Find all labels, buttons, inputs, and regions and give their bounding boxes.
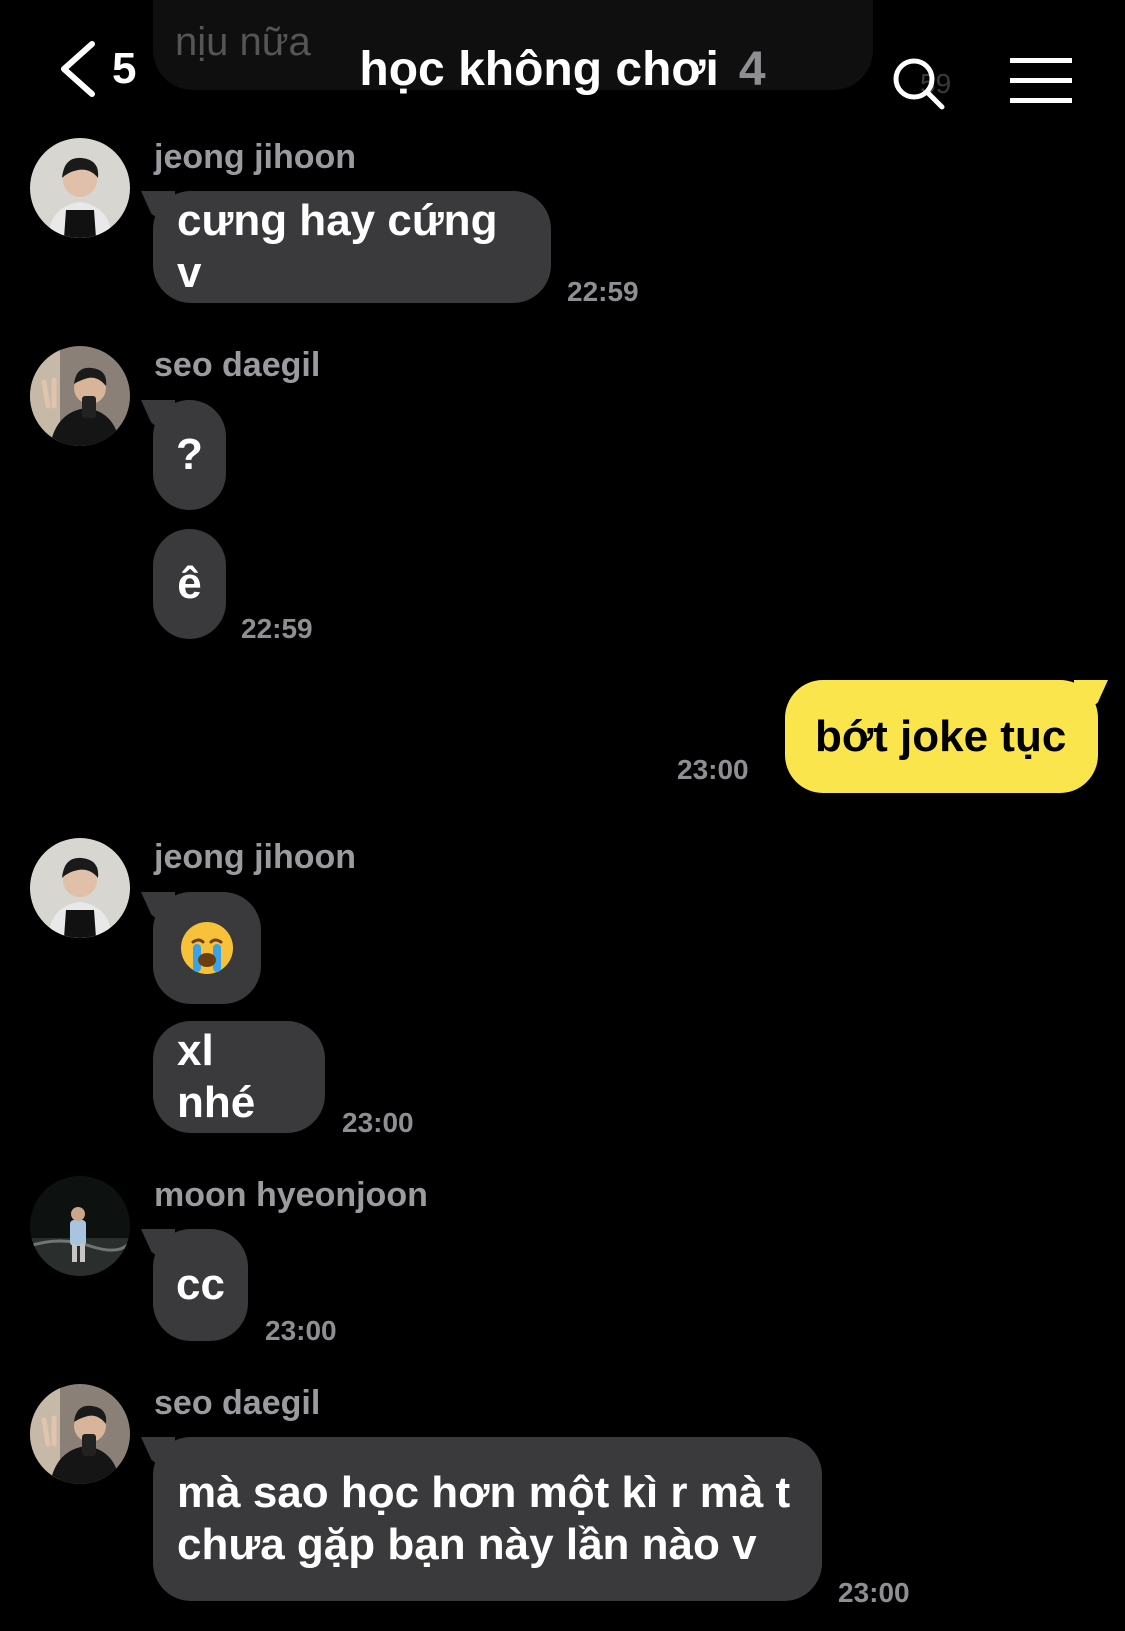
message-time: 23:00 bbox=[342, 1107, 414, 1138]
message-bubble[interactable]: cc bbox=[153, 1229, 248, 1341]
message-bubble[interactable]: ? bbox=[153, 400, 226, 510]
member-count: 4 bbox=[738, 43, 766, 96]
daegil-avatar[interactable] bbox=[30, 346, 130, 446]
sender-name: moon hyeonjoon bbox=[154, 1176, 428, 1214]
crying-face-emoji-icon bbox=[181, 922, 233, 974]
message-bubble[interactable]: cưng hay cứng v bbox=[153, 191, 551, 303]
message-time: 22:59 bbox=[567, 276, 639, 307]
emoji-message-bubble[interactable] bbox=[153, 892, 261, 1004]
my-message-bubble[interactable]: bớt joke tục bbox=[785, 680, 1098, 793]
sender-name: seo daegil bbox=[154, 1384, 321, 1422]
message-time: 23:00 bbox=[838, 1577, 910, 1608]
sender-name: jeong jihoon bbox=[154, 138, 357, 176]
message-bubble[interactable]: xl nhé bbox=[153, 1021, 325, 1133]
menu-icon[interactable] bbox=[1010, 58, 1072, 104]
hyeonjoon-avatar[interactable] bbox=[30, 1176, 130, 1276]
message-bubble[interactable]: ê bbox=[153, 529, 226, 639]
search-icon[interactable] bbox=[890, 55, 946, 111]
message-time: 22:59 bbox=[241, 613, 313, 644]
message-time: 23:00 bbox=[265, 1315, 337, 1346]
jihoon-avatar[interactable] bbox=[30, 138, 130, 238]
jihoon-avatar[interactable] bbox=[30, 838, 130, 938]
sender-name: seo daegil bbox=[154, 346, 321, 384]
message-bubble[interactable]: mà sao học hơn một kì r mà t chưa gặp bạ… bbox=[153, 1437, 822, 1601]
chat-title[interactable]: học không chơi bbox=[359, 43, 718, 96]
daegil-avatar[interactable] bbox=[30, 1384, 130, 1484]
chat-header: 5 học không chơi 4 bbox=[0, 0, 1125, 130]
sender-name: jeong jihoon bbox=[154, 838, 357, 876]
chat-title-area[interactable]: học không chơi 4 bbox=[0, 42, 1125, 97]
message-time: 23:00 bbox=[677, 754, 749, 785]
